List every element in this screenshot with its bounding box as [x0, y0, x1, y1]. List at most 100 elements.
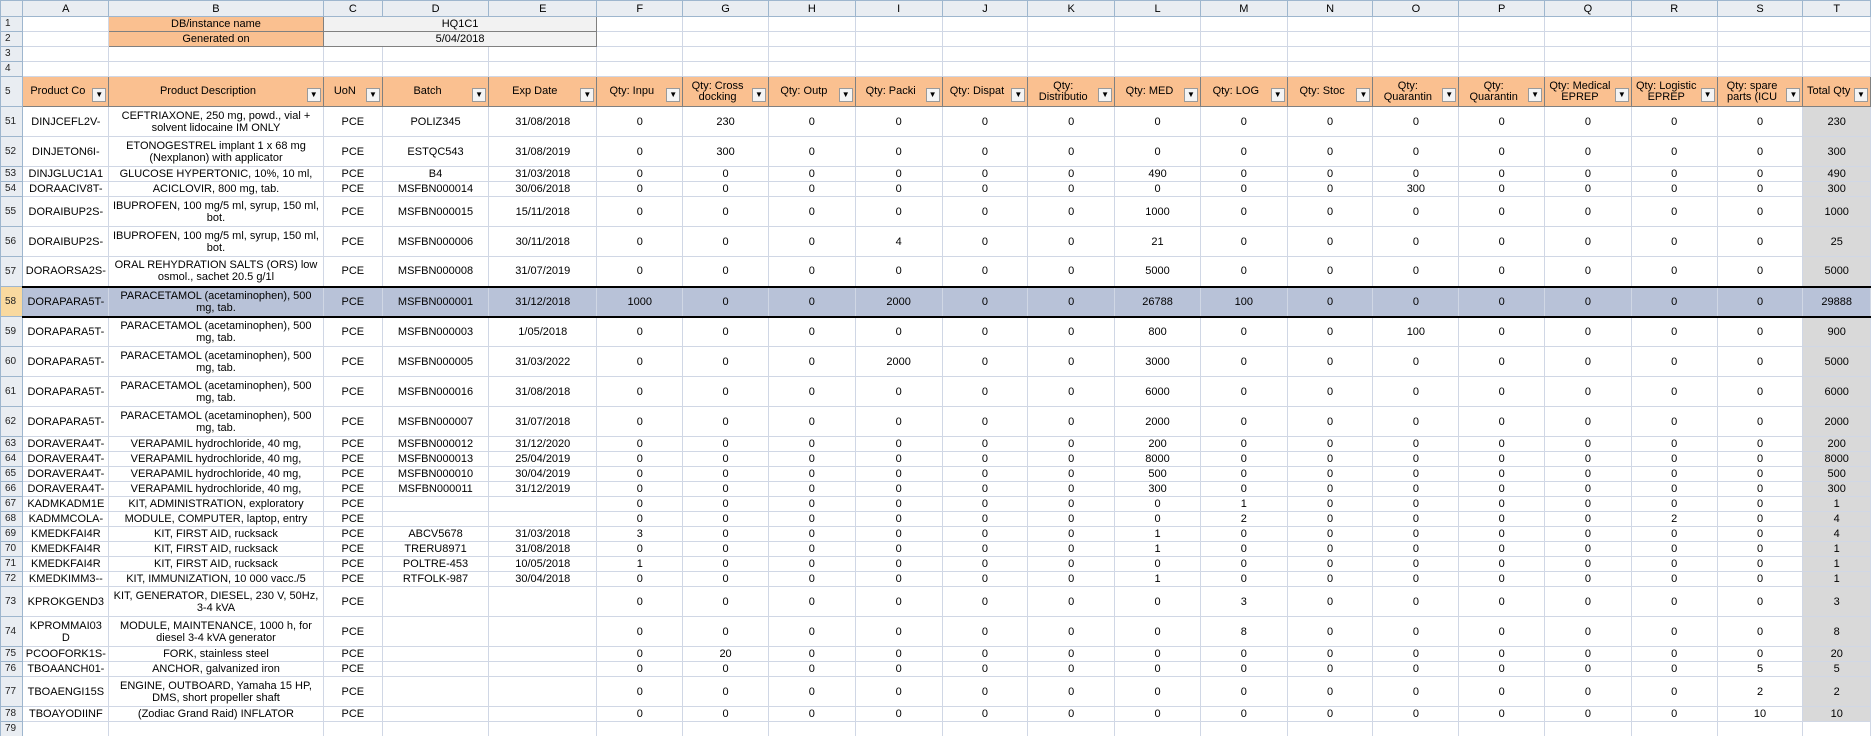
cell[interactable]: 2000 — [1802, 406, 1871, 437]
cell[interactable]: 0 — [1458, 346, 1546, 377]
cell[interactable]: 0 — [1630, 526, 1718, 542]
cell[interactable]: 0 — [1114, 661, 1201, 677]
cell[interactable]: 1000 — [596, 285, 684, 318]
cell[interactable]: 0 — [596, 646, 684, 662]
cell[interactable] — [488, 511, 598, 527]
cell[interactable]: 0 — [767, 496, 856, 512]
cell[interactable]: GLUCOSE HYPERTONIC, 10%, 10 ml, — [108, 166, 324, 182]
cell[interactable]: PCE — [322, 541, 383, 557]
cell-empty[interactable] — [22, 46, 110, 62]
cell-empty[interactable] — [22, 721, 110, 736]
column-header-m[interactable]: M — [1199, 0, 1288, 17]
cell[interactable]: TBOAANCH01- — [22, 661, 110, 677]
cell[interactable]: 0 — [1199, 226, 1288, 257]
cell[interactable]: 0 — [1199, 706, 1288, 722]
cell-empty[interactable] — [596, 46, 684, 62]
cell[interactable]: 0 — [767, 406, 856, 437]
cell[interactable]: 0 — [682, 616, 769, 647]
cell-empty[interactable] — [767, 31, 856, 47]
row-header[interactable]: 64 — [0, 451, 24, 467]
cell[interactable]: 0 — [854, 661, 943, 677]
cell[interactable]: 0 — [1286, 661, 1374, 677]
cell[interactable]: MODULE, MAINTENANCE, 1000 h, for diesel … — [108, 616, 324, 647]
cell[interactable]: 0 — [596, 481, 684, 497]
cell[interactable]: 0 — [1458, 676, 1546, 707]
cell[interactable]: 0 — [767, 526, 856, 542]
cell[interactable]: MODULE, COMPUTER, laptop, entry — [108, 511, 324, 527]
cell[interactable]: 0 — [1716, 451, 1804, 467]
cell[interactable]: PCE — [322, 346, 383, 377]
cell[interactable]: 31/08/2018 — [488, 541, 598, 557]
cell[interactable]: 0 — [854, 436, 943, 452]
cell[interactable]: 31/03/2022 — [488, 346, 598, 377]
row-header[interactable]: 51 — [0, 106, 24, 137]
cell[interactable]: 0 — [1716, 436, 1804, 452]
cell[interactable]: 0 — [1027, 196, 1116, 227]
cell[interactable]: PARACETAMOL (acetaminophen), 500 mg, tab… — [108, 316, 324, 347]
cell[interactable]: TBOAENGI15S — [22, 676, 110, 707]
column-heading[interactable]: Batch ▼ — [381, 76, 490, 107]
cell[interactable]: 0 — [854, 466, 943, 482]
row-header[interactable]: 2 — [0, 31, 24, 47]
cell[interactable]: 0 — [1199, 376, 1288, 407]
cell[interactable]: MSFBN000016 — [381, 376, 490, 407]
cell[interactable]: 1 — [1802, 496, 1871, 512]
cell-empty[interactable] — [381, 721, 490, 736]
cell[interactable]: 0 — [941, 556, 1029, 572]
cell-empty[interactable] — [1630, 721, 1718, 736]
column-header-h[interactable]: H — [767, 0, 856, 17]
cell[interactable] — [381, 661, 490, 677]
cell-empty[interactable] — [1802, 16, 1871, 32]
cell[interactable]: 0 — [682, 661, 769, 677]
cell[interactable]: (Zodiac Grand Raid) INFLATOR — [108, 706, 324, 722]
column-header-p[interactable]: P — [1458, 0, 1546, 17]
cell[interactable]: 0 — [1372, 436, 1460, 452]
cell[interactable]: 6000 — [1114, 376, 1201, 407]
cell[interactable]: 0 — [1286, 181, 1374, 197]
cell[interactable]: PCE — [322, 166, 383, 182]
filter-dropdown-icon[interactable]: ▼ — [365, 88, 380, 102]
cell[interactable]: 0 — [1199, 571, 1288, 587]
cell[interactable]: 0 — [1716, 466, 1804, 482]
cell[interactable]: 4 — [1802, 511, 1871, 527]
cell[interactable]: 0 — [1286, 511, 1374, 527]
cell[interactable]: 0 — [1716, 526, 1804, 542]
cell[interactable]: 0 — [682, 586, 769, 617]
cell[interactable]: DORAPARA5T- — [22, 406, 110, 437]
cell-empty[interactable] — [941, 46, 1029, 62]
cell[interactable]: 0 — [682, 166, 769, 182]
cell[interactable]: 31/12/2020 — [488, 436, 598, 452]
cell[interactable]: 0 — [682, 481, 769, 497]
cell[interactable]: 0 — [1458, 136, 1546, 167]
cell[interactable]: 0 — [1544, 571, 1632, 587]
cell-empty[interactable] — [1027, 16, 1116, 32]
cell[interactable]: 0 — [854, 481, 943, 497]
cell[interactable]: 0 — [682, 181, 769, 197]
cell[interactable]: 0 — [1027, 676, 1116, 707]
cell[interactable]: 0 — [1458, 166, 1546, 182]
cell[interactable]: 30/04/2019 — [488, 466, 598, 482]
column-header-d[interactable]: D — [381, 0, 490, 17]
cell[interactable]: 0 — [767, 571, 856, 587]
cell[interactable]: 0 — [1458, 196, 1546, 227]
cell[interactable]: 0 — [1199, 661, 1288, 677]
cell[interactable]: PCOOFORK1S- — [22, 646, 110, 662]
cell[interactable]: 0 — [1372, 106, 1460, 137]
cell[interactable]: 230 — [682, 106, 769, 137]
cell[interactable]: 0 — [1630, 376, 1718, 407]
cell[interactable]: 0 — [1716, 106, 1804, 137]
cell[interactable]: 0 — [1544, 496, 1632, 512]
cell[interactable]: 0 — [1114, 136, 1201, 167]
cell-empty[interactable] — [22, 31, 110, 47]
cell[interactable]: PCE — [322, 451, 383, 467]
cell[interactable]: 0 — [941, 451, 1029, 467]
cell[interactable]: 0 — [1027, 556, 1116, 572]
cell[interactable]: ABCV5678 — [381, 526, 490, 542]
cell[interactable]: 0 — [1458, 586, 1546, 617]
cell[interactable]: 0 — [1286, 106, 1374, 137]
cell[interactable]: PARACETAMOL (acetaminophen), 500 mg, tab… — [108, 406, 324, 437]
cell[interactable]: 0 — [1544, 481, 1632, 497]
cell[interactable]: 0 — [941, 316, 1029, 347]
cell[interactable] — [381, 676, 490, 707]
cell[interactable]: 0 — [941, 376, 1029, 407]
